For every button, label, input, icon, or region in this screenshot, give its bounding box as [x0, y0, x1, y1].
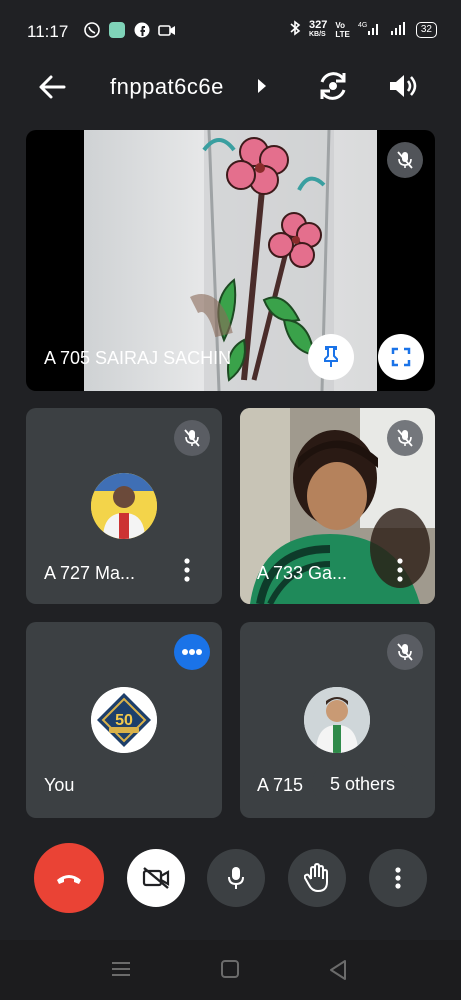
participant-tile-you[interactable]: 50 You	[26, 622, 222, 818]
whatsapp-icon	[84, 22, 100, 38]
hang-up-icon	[57, 875, 81, 884]
microphone-button[interactable]	[207, 849, 265, 907]
svg-text:4G: 4G	[358, 22, 367, 29]
avatar: 50	[91, 687, 157, 753]
microphone-icon	[228, 867, 244, 889]
muted-mic-icon	[387, 142, 423, 178]
others-label: 5 others	[330, 773, 396, 794]
video-status-icon	[158, 22, 175, 38]
camera-off-icon	[142, 867, 170, 889]
participant-name-you: You	[44, 775, 75, 795]
participant-name: A 715	[257, 775, 304, 795]
avatar	[91, 473, 157, 539]
pin-button[interactable]	[308, 334, 354, 380]
participant-name: A 733 Ga...	[257, 563, 348, 583]
back-arrow-icon[interactable]	[38, 74, 66, 105]
main-video-tile[interactable]: A 705 SAIRAJ SACHIN	[26, 130, 435, 391]
back-icon[interactable]	[328, 959, 348, 986]
status-time: 11:17	[27, 22, 69, 41]
pin-icon	[324, 346, 338, 367]
network-speed: 327 KB/S	[309, 18, 328, 39]
participant-tile-715[interactable]: A 715 5 others	[240, 622, 435, 818]
raise-hand-button[interactable]	[288, 849, 346, 907]
facebook-icon	[134, 22, 150, 38]
others-button[interactable]: 5 others	[312, 762, 414, 806]
status-bar: 11:17 327 KB/S Vo LTE 4G 32	[0, 0, 461, 62]
avatar-50-text: 50	[115, 712, 133, 729]
battery-indicator: 32	[415, 21, 437, 38]
speaker-icon[interactable]	[388, 72, 418, 105]
more-options-icon[interactable]	[176, 556, 198, 586]
signal-icon	[390, 20, 408, 39]
app-notification-icon	[109, 22, 125, 38]
muted-mic-icon	[387, 420, 423, 456]
raise-hand-icon	[304, 863, 328, 892]
signal-4g-icon: 4G	[358, 20, 382, 39]
participant-tile-733[interactable]: A 733 Ga...	[240, 408, 435, 604]
muted-mic-icon	[174, 420, 210, 456]
meeting-code[interactable]: fnppat6c6e	[110, 74, 224, 100]
home-icon[interactable]	[220, 959, 240, 984]
camera-toggle-button[interactable]	[127, 849, 185, 907]
volte-icon: Vo LTE	[335, 20, 350, 39]
muted-mic-icon	[387, 634, 423, 670]
meeting-details-caret-icon[interactable]	[258, 79, 266, 93]
system-navigation-bar	[0, 940, 461, 1000]
switch-camera-icon[interactable]	[316, 70, 350, 107]
participant-name: A 727 Ma...	[44, 563, 136, 583]
network-speed-value: 327	[309, 18, 328, 31]
more-options-button[interactable]	[369, 849, 427, 907]
main-participant-name: A 705 SAIRAJ SACHIN	[44, 348, 232, 368]
network-speed-unit: KB/S	[309, 30, 326, 38]
speaking-indicator-icon	[174, 634, 210, 670]
bluetooth-icon	[289, 20, 301, 39]
participant-tile-727[interactable]: A 727 Ma...	[26, 408, 222, 604]
meeting-header: fnppat6c6e	[0, 62, 461, 114]
more-options-icon[interactable]	[389, 556, 411, 586]
avatar	[304, 687, 370, 753]
recent-apps-icon[interactable]	[110, 960, 132, 983]
fullscreen-icon	[391, 347, 411, 367]
fullscreen-button[interactable]	[378, 334, 424, 380]
status-right-group: 327 KB/S Vo LTE 4G 32	[289, 18, 437, 39]
end-call-button[interactable]	[34, 843, 104, 913]
more-vert-icon	[395, 867, 401, 889]
